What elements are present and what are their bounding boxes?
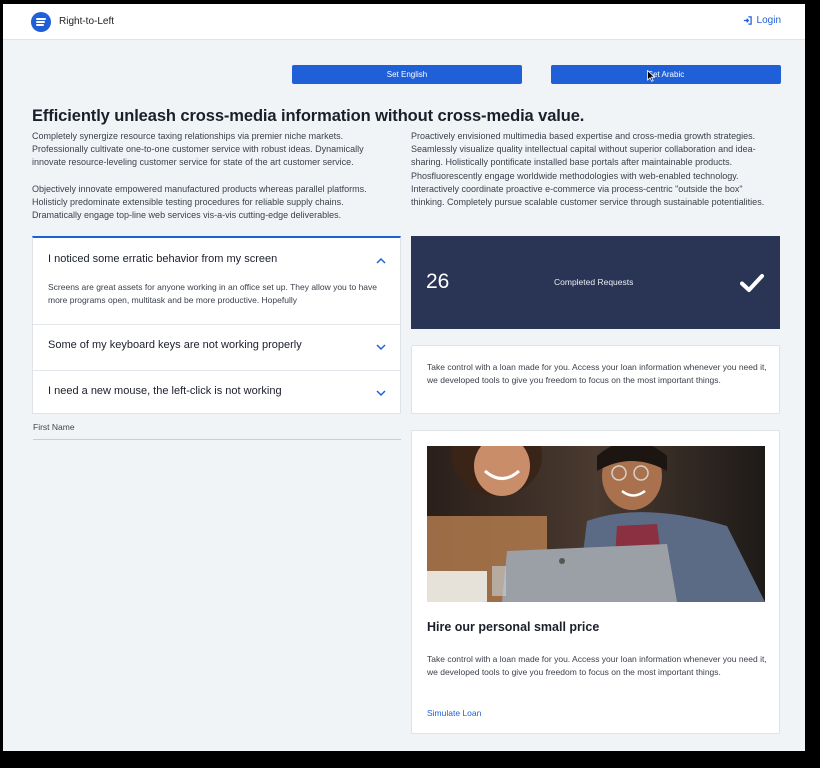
accordion-item[interactable]: Some of my keyboard keys are not working… xyxy=(33,325,400,371)
intro-paragraph: Objectively innovate empowered manufactu… xyxy=(32,183,367,221)
brand-name[interactable]: Right-to-Left xyxy=(59,16,114,27)
app-window: Right-to-Left Login Set English Set Arab… xyxy=(3,4,805,751)
top-navbar: Right-to-Left Login xyxy=(3,4,805,40)
stat-label: Completed Requests xyxy=(554,277,634,287)
page-title: Efficiently unleash cross-media informat… xyxy=(32,107,585,125)
card-text: Take control with a loan made for you. A… xyxy=(427,362,767,385)
chevron-down-icon[interactable] xyxy=(376,344,386,351)
login-link[interactable]: Login xyxy=(743,15,781,26)
chevron-down-icon[interactable] xyxy=(376,390,386,397)
accordion-item: I noticed some erratic behavior from my … xyxy=(33,238,400,325)
first-name-label: First Name xyxy=(33,422,75,432)
login-label: Login xyxy=(756,15,781,26)
accordion-header[interactable]: I noticed some erratic behavior from my … xyxy=(33,238,400,265)
mouse-cursor-icon xyxy=(647,70,655,82)
accordion-title: I noticed some erratic behavior from my … xyxy=(48,253,278,265)
faq-accordion: I noticed some erratic behavior from my … xyxy=(32,236,401,414)
intro-paragraph: Proactively envisioned multimedia based … xyxy=(411,131,765,208)
hire-card: Hire our personal small price Take contr… xyxy=(411,430,780,734)
set-arabic-button[interactable]: Set Arabic xyxy=(551,65,781,84)
completed-requests-card: 26 Completed Requests xyxy=(411,236,780,329)
stat-number: 26 xyxy=(426,270,450,293)
accordion-title: Some of my keyboard keys are not working… xyxy=(48,339,302,351)
accordion-body: Screens are great assets for anyone work… xyxy=(48,282,378,305)
people-laptop-photo xyxy=(427,446,765,602)
intro-paragraph: Completely synergize resource taxing rel… xyxy=(32,131,364,168)
login-icon xyxy=(743,16,752,25)
intro-column-left: Completely synergize resource taxing rel… xyxy=(32,130,382,222)
accordion-title: I need a new mouse, the left-click is no… xyxy=(48,385,282,397)
chevron-up-icon[interactable] xyxy=(376,257,386,264)
simulate-loan-link[interactable]: Simulate Loan xyxy=(427,708,481,718)
checkmark-icon xyxy=(740,274,764,292)
accordion-item[interactable]: I need a new mouse, the left-click is no… xyxy=(33,371,400,414)
set-english-button[interactable]: Set English xyxy=(292,65,522,84)
accordion-header[interactable]: I need a new mouse, the left-click is no… xyxy=(33,371,400,397)
loan-info-card: Take control with a loan made for you. A… xyxy=(411,345,780,414)
card-title: Hire our personal small price xyxy=(427,620,600,634)
first-name-input[interactable] xyxy=(33,439,401,440)
card-text: Take control with a loan made for you. A… xyxy=(427,654,767,677)
app-logo-icon[interactable] xyxy=(31,12,51,32)
intro-column-right: Proactively envisioned multimedia based … xyxy=(411,130,771,209)
accordion-header[interactable]: Some of my keyboard keys are not working… xyxy=(33,325,400,351)
